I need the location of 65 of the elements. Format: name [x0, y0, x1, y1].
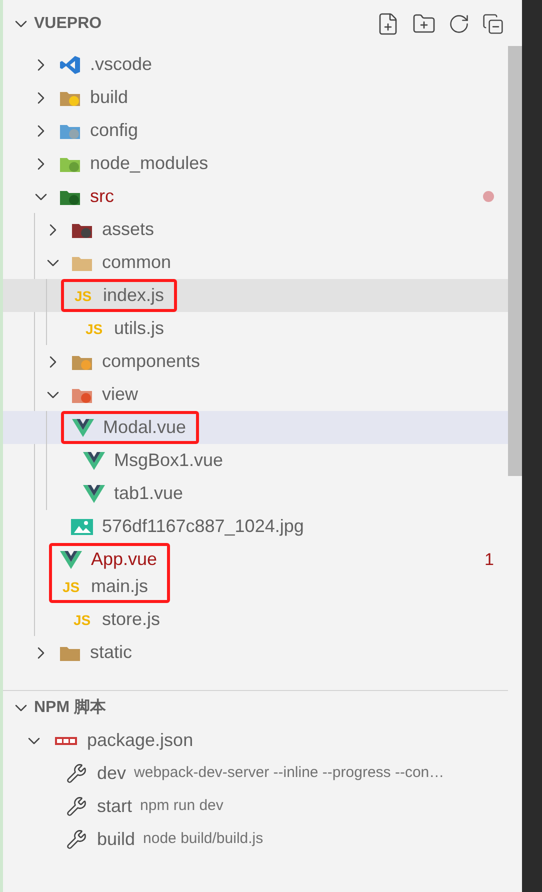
file-name[interactable]: tab1.vue: [114, 480, 184, 507]
image-icon: [71, 518, 93, 536]
tree-row[interactable]: view: [3, 378, 508, 411]
wrench-icon: [66, 829, 87, 850]
tree-row[interactable]: tab1.vue: [3, 477, 508, 510]
tree-row[interactable]: .vscode: [3, 48, 508, 81]
tree-row[interactable]: src: [3, 180, 508, 213]
tree-row[interactable]: JS store.js: [3, 603, 508, 636]
file-name[interactable]: assets: [102, 216, 154, 243]
script-name[interactable]: start: [97, 793, 132, 820]
file-name[interactable]: index.js: [103, 282, 164, 309]
collapse-all-icon[interactable]: [482, 13, 504, 35]
npm-icon: [55, 736, 77, 744]
file-name[interactable]: .vscode: [90, 51, 152, 78]
file-name[interactable]: build: [90, 84, 128, 111]
package-name[interactable]: package.json: [87, 727, 194, 754]
js-icon: JS: [83, 322, 105, 336]
tree-row[interactable]: 576df1167c887_1024.jpg: [3, 510, 508, 543]
vscode-icon: [59, 54, 81, 74]
tree-row[interactable]: Modal.vue: [3, 411, 508, 444]
section-title: VUEPRO: [34, 14, 102, 34]
file-name[interactable]: App.vue: [91, 546, 158, 573]
tree-row[interactable]: JS utils.js: [3, 312, 508, 345]
script-command: webpack-dev-server --inline --progress --con…: [134, 763, 444, 784]
tree-row[interactable]: JS index.js: [3, 279, 508, 312]
vue-icon: [72, 418, 94, 438]
vue-icon: [60, 550, 82, 570]
script-command: node build/build.js: [143, 829, 264, 850]
file-name[interactable]: node_modules: [90, 150, 208, 177]
section-title: NPM 脚本: [34, 698, 106, 718]
js-icon: JS: [71, 612, 93, 626]
file-name[interactable]: config: [90, 117, 138, 144]
js-icon: JS: [72, 288, 94, 302]
file-name[interactable]: components: [102, 348, 200, 375]
file-name[interactable]: 576df1167c887_1024.jpg: [102, 513, 304, 540]
tree-row[interactable]: App.vue: [60, 546, 158, 573]
tree-row[interactable]: JS main.js: [60, 573, 158, 600]
file-name[interactable]: common: [102, 249, 172, 276]
file-name[interactable]: store.js: [102, 606, 160, 633]
file-name[interactable]: src: [90, 183, 114, 210]
scrollbar-thumb[interactable]: [508, 46, 522, 476]
wrench-icon: [66, 763, 87, 784]
script-name[interactable]: build: [97, 826, 136, 853]
tree-row[interactable]: MsgBox1.vue: [3, 444, 508, 477]
vue-icon: [83, 484, 105, 504]
script-command: npm run dev: [140, 796, 224, 816]
file-name[interactable]: static: [90, 639, 132, 666]
file-name[interactable]: view: [102, 381, 138, 408]
file-name[interactable]: main.js: [91, 573, 148, 600]
problem-count: 1: [484, 548, 494, 571]
tree-row[interactable]: assets: [3, 213, 508, 246]
js-icon: JS: [60, 580, 82, 594]
script-name[interactable]: dev: [97, 760, 126, 787]
tree-row[interactable]: components: [3, 345, 508, 378]
tree-row[interactable]: build: [3, 81, 508, 114]
file-name[interactable]: Modal.vue: [103, 414, 186, 441]
vue-icon: [83, 450, 105, 470]
tree-row[interactable]: config: [3, 114, 508, 147]
file-name[interactable]: MsgBox1.vue: [114, 447, 224, 474]
refresh-icon[interactable]: [448, 13, 470, 35]
tree-row[interactable]: common: [3, 246, 508, 279]
file-name[interactable]: utils.js: [114, 315, 164, 342]
tree-row[interactable]: static: [3, 636, 508, 669]
wrench-icon: [66, 796, 87, 817]
tree-row[interactable]: node_modules: [3, 147, 508, 180]
